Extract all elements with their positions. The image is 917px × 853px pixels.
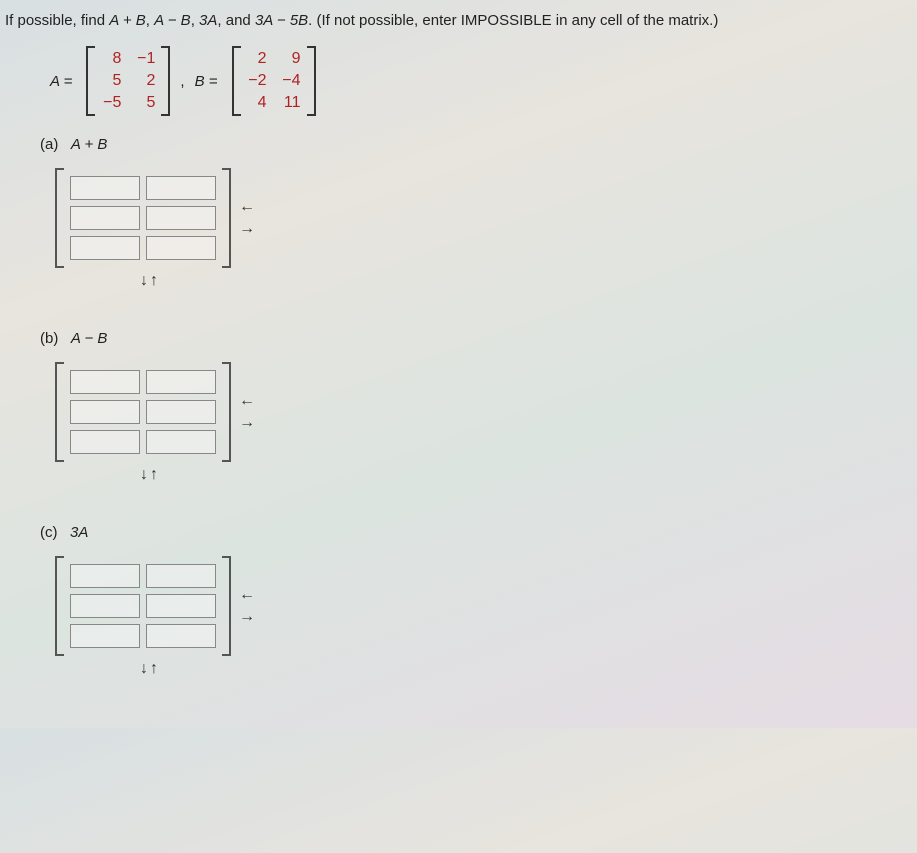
- cell-b-1-1[interactable]: [70, 370, 140, 394]
- arrow-up-icon[interactable]: ↑: [150, 466, 160, 483]
- part-c-label: (c) 3A: [40, 524, 917, 541]
- cell-a-3-2[interactable]: [146, 236, 216, 260]
- matrix-b: 29 −2−4 411: [232, 46, 316, 116]
- cell-b-3-2[interactable]: [146, 430, 216, 454]
- cell-b-3-1[interactable]: [70, 430, 140, 454]
- part-a-label: (a) A + B: [40, 136, 917, 153]
- question-text: If possible, find A + B, A − B, 3A, and …: [5, 10, 917, 31]
- arrow-up-icon[interactable]: ↑: [150, 660, 160, 677]
- cell-a-3-1[interactable]: [70, 236, 140, 260]
- cell-b-2-1[interactable]: [70, 400, 140, 424]
- cell-c-1-1[interactable]: [70, 564, 140, 588]
- answer-matrix-b: [55, 362, 231, 462]
- cell-c-3-1[interactable]: [70, 624, 140, 648]
- matrix-b-label: B =: [195, 73, 218, 90]
- arrow-left-icon[interactable]: ←: [239, 586, 255, 604]
- cell-a-2-2[interactable]: [146, 206, 216, 230]
- part-b: (b) A − B ← → ↓↑: [40, 330, 917, 484]
- cell-a-1-2[interactable]: [146, 176, 216, 200]
- cell-b-1-2[interactable]: [146, 370, 216, 394]
- answer-matrix-a: [55, 168, 231, 268]
- arrow-down-icon[interactable]: ↓: [140, 660, 150, 677]
- part-c: (c) 3A ← → ↓↑: [40, 524, 917, 678]
- cell-c-2-2[interactable]: [146, 594, 216, 618]
- cell-c-3-2[interactable]: [146, 624, 216, 648]
- cell-c-2-1[interactable]: [70, 594, 140, 618]
- given-matrices: A = 8−1 52 −55 , B = 29 −2−4 411: [50, 46, 917, 116]
- row-resize-c[interactable]: ← →: [239, 586, 255, 626]
- col-resize-b[interactable]: ↓↑: [140, 466, 917, 484]
- arrow-right-icon[interactable]: →: [239, 608, 255, 626]
- arrow-up-icon[interactable]: ↑: [150, 272, 160, 289]
- matrix-a: 8−1 52 −55: [86, 46, 170, 116]
- arrow-down-icon[interactable]: ↓: [140, 272, 150, 289]
- cell-a-2-1[interactable]: [70, 206, 140, 230]
- arrow-right-icon[interactable]: →: [239, 414, 255, 432]
- part-a: (a) A + B ← → ↓↑: [40, 136, 917, 290]
- matrix-a-label: A =: [50, 73, 72, 90]
- col-resize-a[interactable]: ↓↑: [140, 272, 917, 290]
- cell-a-1-1[interactable]: [70, 176, 140, 200]
- col-resize-c[interactable]: ↓↑: [140, 660, 917, 678]
- arrow-left-icon[interactable]: ←: [239, 198, 255, 216]
- answer-matrix-c: [55, 556, 231, 656]
- row-resize-a[interactable]: ← →: [239, 198, 255, 238]
- arrow-down-icon[interactable]: ↓: [140, 466, 150, 483]
- cell-c-1-2[interactable]: [146, 564, 216, 588]
- comma: ,: [180, 73, 184, 90]
- row-resize-b[interactable]: ← →: [239, 392, 255, 432]
- part-b-label: (b) A − B: [40, 330, 917, 347]
- arrow-right-icon[interactable]: →: [239, 220, 255, 238]
- cell-b-2-2[interactable]: [146, 400, 216, 424]
- arrow-left-icon[interactable]: ←: [239, 392, 255, 410]
